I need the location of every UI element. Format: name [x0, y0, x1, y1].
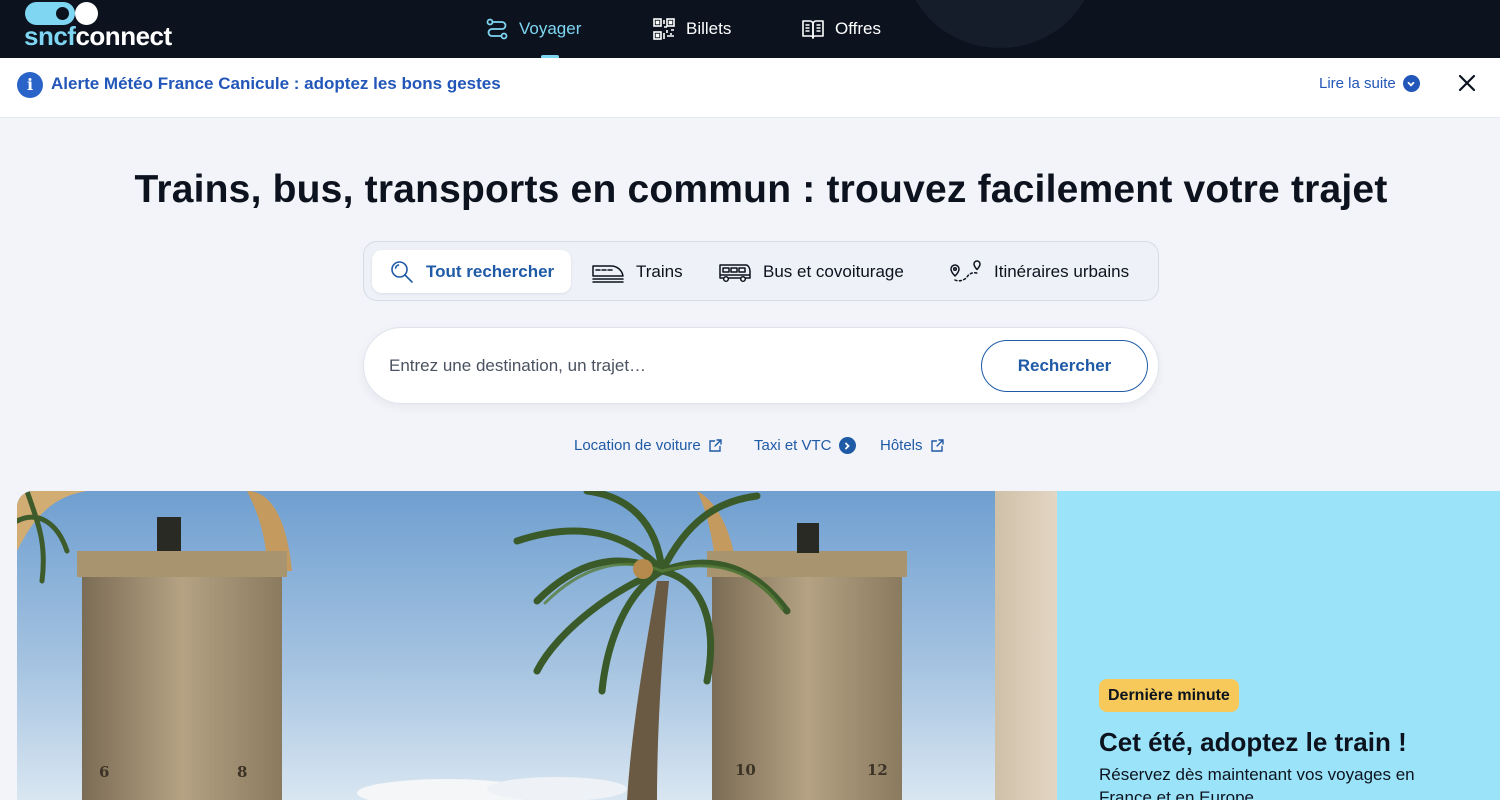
read-more-link[interactable]: Lire la suite [1319, 75, 1420, 92]
chevron-down-icon [1402, 75, 1420, 92]
svg-text:8: 8 [237, 763, 247, 781]
info-icon: i [17, 72, 43, 98]
decorative-circle [905, 0, 1095, 48]
nav-label: Offres [835, 19, 881, 38]
close-icon[interactable] [1455, 71, 1479, 95]
nav-item-billets[interactable]: Billets [652, 0, 731, 58]
hotels-link[interactable]: Hôtels [880, 437, 945, 454]
promo-badge: Dernière minute [1099, 679, 1239, 712]
map-route-icon [950, 259, 981, 282]
route-icon [486, 18, 508, 40]
nav-item-voyager[interactable]: Voyager [485, 0, 581, 58]
search-icon [391, 260, 413, 283]
train-icon [592, 264, 624, 283]
nav-label: Voyager [519, 19, 582, 38]
tab-bus-covoiturage[interactable]: Bus et covoiturage [701, 250, 921, 293]
logo-wordmark: sncfconnect [24, 21, 172, 51]
chevron-right-circle-icon [838, 437, 856, 454]
promo-banner[interactable]: 6 8 10 12 Dernière minute Cet été, adopt… [17, 491, 1500, 800]
alert-banner: i Alerte Météo France Canicule : adoptez… [0, 58, 1500, 118]
top-navigation: sncfconnect Voyager Billets Offres [0, 0, 1500, 58]
search-bar: Rechercher [363, 327, 1159, 404]
promo-title: Cet été, adoptez le train ! [1099, 727, 1407, 757]
svg-text:12: 12 [867, 761, 888, 779]
svg-text:6: 6 [99, 763, 109, 781]
promo-description: Réservez dès maintenant vos voyages en F… [1099, 765, 1415, 800]
tab-label: Tout rechercher [426, 261, 555, 281]
arcade-palm-photo: 6 8 10 12 [17, 491, 1057, 800]
nav-item-offres[interactable]: Offres [801, 0, 881, 58]
car-rental-link[interactable]: Location de voiture [574, 437, 723, 454]
external-link-icon [709, 439, 722, 452]
search-mode-tabs: Tout rechercher Trains Bus et covoiturag… [363, 241, 1159, 301]
qr-code-icon [653, 18, 675, 40]
search-button[interactable]: Rechercher [981, 340, 1148, 392]
promo-panel: Dernière minute Cet été, adoptez le trai… [1057, 491, 1500, 800]
taxi-vtc-link[interactable]: Taxi et VTC [754, 437, 856, 454]
sncf-connect-logo[interactable]: sncfconnect [24, 2, 174, 52]
svg-text:10: 10 [735, 761, 756, 779]
tab-itineraires-urbains[interactable]: Itinéraires urbains [932, 250, 1146, 293]
bus-icon [719, 263, 751, 282]
tab-trains[interactable]: Trains [574, 250, 700, 293]
open-book-icon [802, 20, 824, 39]
tab-label: Itinéraires urbains [994, 261, 1130, 281]
alert-message[interactable]: Alerte Météo France Canicule : adoptez l… [51, 74, 501, 94]
external-link-icon [930, 439, 944, 452]
tab-label: Bus et covoiturage [763, 261, 904, 281]
nav-label: Billets [686, 19, 732, 38]
tab-tout-rechercher[interactable]: Tout rechercher [372, 250, 572, 293]
tab-label: Trains [636, 261, 683, 281]
page-title: Trains, bus, transports en commun : trou… [134, 168, 1388, 211]
destination-search-input[interactable] [389, 346, 969, 386]
